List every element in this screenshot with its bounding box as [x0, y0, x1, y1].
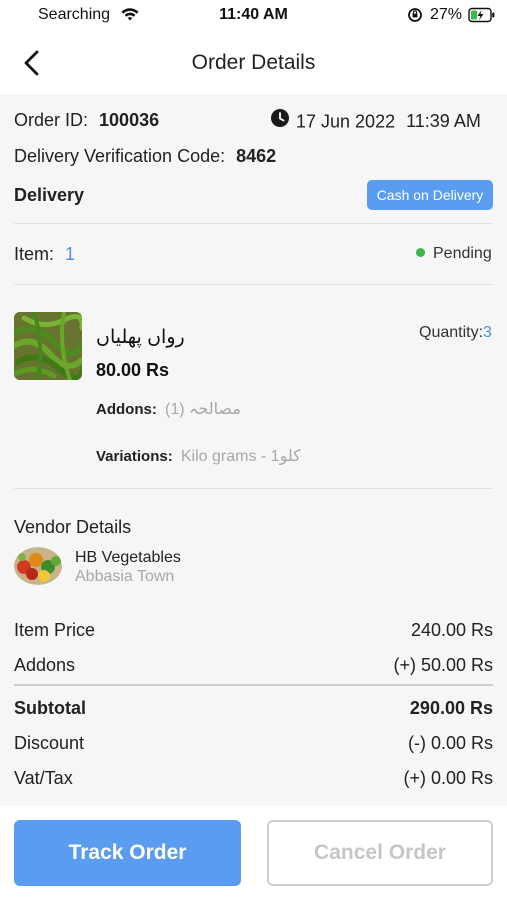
status-text: Pending: [433, 245, 492, 262]
discount-label: Discount: [14, 733, 85, 753]
variations-label: Variations:: [96, 448, 173, 465]
item-price-row: Item Price 240.00 Rs: [14, 620, 493, 641]
nav-header: Order Details: [0, 32, 507, 94]
order-status: Pending: [416, 245, 492, 263]
product-price: 80.00 Rs: [96, 360, 170, 380]
order-datetime: 17 Jun 2022 11:39 AM: [270, 108, 481, 135]
vat-row: Vat/Tax (+) 0.00 Rs: [14, 768, 493, 789]
discount-row: Discount (-) 0.00 Rs: [14, 733, 493, 754]
subtotal-value: 290.00 Rs: [409, 698, 493, 718]
subtotal-row: Subtotal 290.00 Rs: [14, 698, 493, 719]
addons-label: Addons:: [96, 401, 157, 418]
order-id-label: Order ID:: [14, 110, 89, 130]
addons-total-value: (+) 50.00 Rs: [393, 655, 493, 675]
order-details-panel[interactable]: Order ID: 100036 17 Jun 2022 11:39 AM De…: [0, 94, 507, 806]
order-id-value: 100036: [99, 110, 160, 130]
discount-value: (-) 0.00 Rs: [407, 733, 493, 753]
battery-charging-icon: [468, 7, 496, 28]
product-image: [14, 312, 82, 380]
vendor-logo: [14, 547, 62, 585]
vendor-section-title: Vendor Details: [14, 517, 132, 537]
divider: [14, 488, 493, 489]
variations-value: Kilo grams - 1کلو: [180, 448, 301, 465]
product-name: رواں پھلیاں: [96, 327, 185, 348]
rotation-lock-icon: [407, 7, 423, 28]
verification-label: Delivery Verification Code:: [14, 146, 226, 166]
divider: [14, 223, 493, 224]
status-dot-icon: [416, 248, 425, 258]
cancel-order-button[interactable]: Cancel Order: [267, 820, 493, 886]
verification-row: Delivery Verification Code: 8462: [14, 146, 493, 167]
status-bar: Searching 11:40 AM 27%: [0, 0, 507, 32]
order-date: 17 Jun 2022: [296, 111, 396, 132]
addons-total-label: Addons: [14, 655, 76, 675]
clock-icon: [270, 108, 290, 133]
vendor-location: Abbasia Town: [75, 568, 175, 585]
bottom-action-bar: Track Order Cancel Order: [0, 806, 507, 900]
addons-total-row: Addons (+) 50.00 Rs: [14, 655, 493, 676]
verification-code: 8462: [236, 146, 277, 166]
page-title: Order Details: [191, 51, 316, 74]
track-order-button[interactable]: Track Order: [14, 820, 241, 886]
battery-percent: 27%: [430, 6, 463, 23]
item-price-label: Item Price: [14, 620, 96, 640]
addons-row: Addons: مصالحہ (1): [96, 399, 241, 419]
divider: [14, 284, 493, 285]
subtotal-label: Subtotal: [14, 698, 86, 718]
addons-value: مصالحہ (1): [165, 401, 241, 418]
vat-label: Vat/Tax: [14, 768, 73, 788]
item-count-label: Item:: [14, 244, 55, 264]
item-count-value: 1: [65, 244, 76, 264]
payment-method-badge[interactable]: Cash on Delivery: [367, 180, 493, 210]
quantity-row: Quantity:3: [419, 324, 492, 342]
quantity-value: 3: [483, 324, 492, 341]
item-price-value: 240.00 Rs: [410, 620, 493, 640]
variations-row: Variations: Kilo grams - 1کلو: [96, 446, 301, 466]
divider: [14, 684, 493, 686]
vendor-name: HB Vegetables: [75, 549, 181, 566]
quantity-label: Quantity:: [419, 324, 484, 341]
order-time: 11:39 AM: [406, 111, 481, 132]
vat-value: (+) 0.00 Rs: [403, 768, 493, 788]
